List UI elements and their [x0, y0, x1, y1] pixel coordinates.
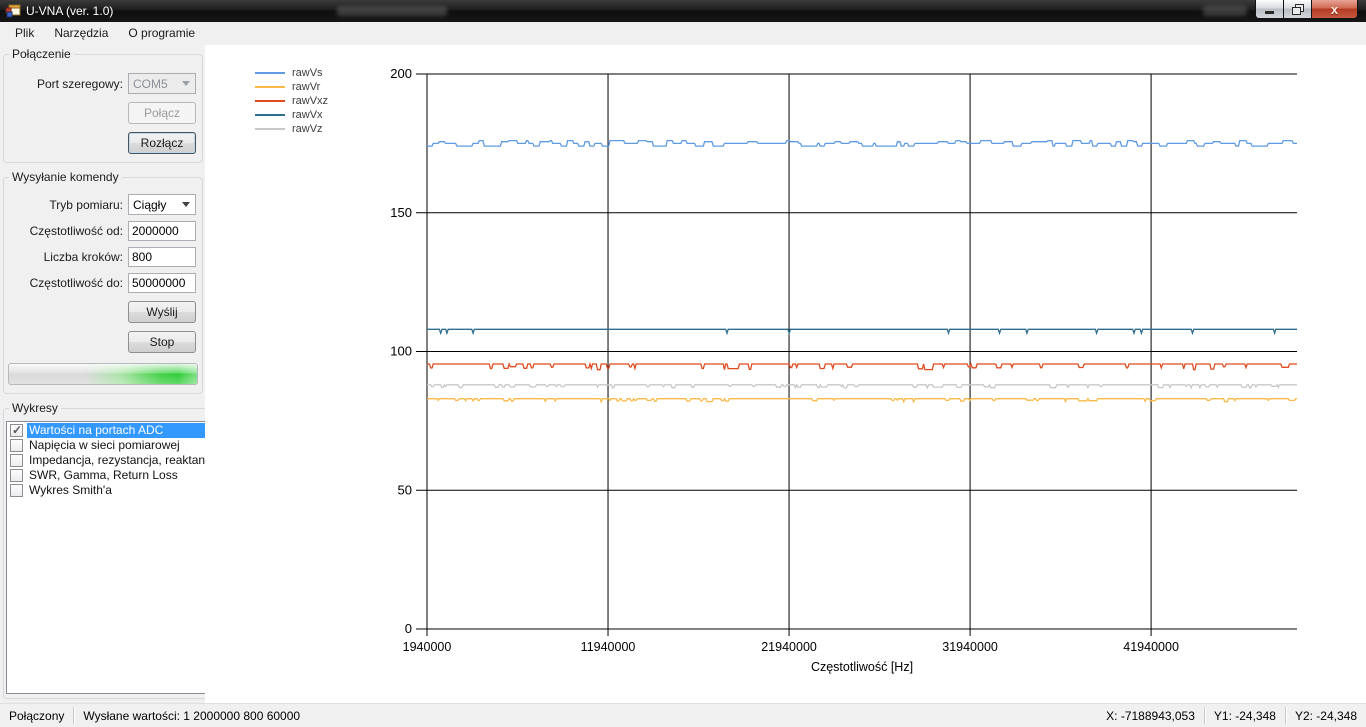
x-tick-label: 31940000 — [942, 640, 998, 654]
send-button[interactable]: Wyślij — [128, 301, 196, 323]
checkbox-icon[interactable] — [10, 439, 23, 452]
chart-legend: rawVs rawVr rawVxz rawVx rawVz — [255, 66, 328, 136]
y-tick-label: 0 — [405, 621, 412, 636]
x-axis-title: Częstotliwość [Hz] — [811, 660, 913, 674]
groupbox-command: Wysyłanie komendy Tryb pomiaru: Ciągły C… — [3, 170, 203, 394]
close-button[interactable]: x — [1311, 0, 1358, 19]
legend-label: rawVx — [292, 109, 323, 121]
x-tick-label: 11940000 — [581, 640, 636, 654]
app-icon — [5, 3, 21, 19]
serial-port-select[interactable]: COM5 — [128, 73, 196, 94]
legend-item-rawVxz: rawVxz — [255, 94, 328, 108]
status-sent-values: Wysłane wartości: 1 2000000 800 60000 — [83, 708, 301, 723]
status-y2-readout: Y2: -24,348 — [1294, 708, 1357, 723]
title-bar: U-VNA (ver. 1.0) x — [0, 0, 1366, 22]
serial-port-label: Port szeregowy: — [36, 76, 123, 91]
freq-from-label: Częstotliwość od: — [29, 224, 123, 238]
measure-mode-select[interactable]: Ciągły — [128, 194, 196, 215]
app-window: U-VNA (ver. 1.0) x Plik Narzędzia O prog… — [0, 0, 1366, 727]
series-rawVr — [427, 397, 1297, 404]
series-rawVz — [427, 383, 1297, 390]
legend-swatch — [255, 86, 285, 88]
freq-to-input[interactable] — [128, 273, 196, 293]
y-tick-label: 50 — [398, 482, 412, 497]
chevron-down-icon — [182, 202, 190, 207]
legend-swatch — [255, 100, 285, 102]
legend-swatch — [255, 128, 285, 130]
checkbox-icon[interactable] — [10, 469, 23, 482]
window-controls: x — [1255, 0, 1358, 19]
disconnect-button[interactable]: Rozłącz — [128, 132, 196, 154]
legend-label: rawVs — [292, 67, 323, 79]
list-item-network-voltages[interactable]: Napięcia w sieci pomiarowej — [7, 438, 220, 453]
status-bar: Połączony Wysłane wartości: 1 2000000 80… — [0, 703, 1366, 727]
y-tick-label: 150 — [390, 205, 412, 220]
series-rawVs — [427, 139, 1297, 147]
list-item-swr[interactable]: SWR, Gamma, Return Loss — [7, 468, 220, 483]
series-rawVxz — [427, 361, 1297, 371]
checkbox-icon[interactable] — [10, 484, 23, 497]
menu-o-programie[interactable]: O programie — [118, 22, 205, 45]
status-y1-readout: Y1: -24,348 — [1213, 708, 1276, 723]
adc-values-chart[interactable]: 0 50 100 150 200 1940000 11940000 21940000 31940… — [205, 45, 1366, 703]
list-item-label: Impedancja, rezystancja, reaktancja — [29, 453, 221, 467]
groupbox-charts-title: Wykresy — [12, 401, 58, 415]
y-tick-label: 100 — [390, 344, 412, 359]
progress-bar — [8, 363, 198, 385]
status-x-readout: X: -7188943,053 — [1106, 708, 1195, 723]
window-title: U-VNA (ver. 1.0) — [26, 4, 114, 18]
status-connection: Połączony — [9, 708, 65, 723]
list-item-adc-values[interactable]: Wartości na portach ADC — [7, 423, 221, 438]
list-item-label: Wartości na portach ADC — [27, 423, 221, 438]
list-item-label: Napięcia w sieci pomiarowej — [29, 438, 180, 452]
legend-item-rawVz: rawVz — [255, 122, 328, 136]
freq-from-input[interactable] — [128, 221, 196, 241]
measure-mode-label: Tryb pomiaru: — [49, 197, 123, 212]
minimize-icon — [1265, 10, 1274, 14]
sidebar: Połączenie Port szeregowy: COM5 Połącz R… — [0, 45, 225, 703]
groupbox-connection-title: Połączenie — [12, 47, 71, 61]
legend-item-rawVx: rawVx — [255, 108, 328, 122]
charts-checked-list: Wartości na portach ADC Napięcia w sieci… — [6, 421, 222, 694]
legend-swatch — [255, 114, 285, 116]
groupbox-command-title: Wysyłanie komendy — [12, 170, 119, 184]
chevron-down-icon — [182, 81, 190, 86]
restore-icon — [1292, 4, 1304, 15]
steps-input[interactable] — [128, 247, 196, 267]
menu-plik[interactable]: Plik — [5, 22, 44, 45]
legend-item-rawVr: rawVr — [255, 80, 328, 94]
chart-area[interactable]: 0 50 100 150 200 1940000 11940000 21940000 31940… — [205, 45, 1366, 703]
groupbox-charts: Wykresy Wartości na portach ADC Napięcia… — [3, 401, 225, 699]
checkbox-checked-icon[interactable] — [10, 423, 23, 437]
measure-mode-value: Ciągły — [133, 197, 167, 212]
freq-to-label: Częstotliwość do: — [29, 276, 123, 290]
x-tick-label: 21940000 — [761, 640, 817, 654]
connect-button[interactable]: Połącz — [128, 102, 196, 124]
blurred-text-smudge — [337, 6, 447, 16]
serial-port-value: COM5 — [133, 76, 168, 91]
steps-label: Liczba kroków: — [43, 250, 123, 264]
minimize-button[interactable] — [1255, 0, 1284, 19]
legend-label: rawVz — [292, 123, 323, 135]
legend-swatch — [255, 72, 285, 74]
stop-button[interactable]: Stop — [128, 331, 196, 353]
x-tick-label: 41940000 — [1123, 640, 1179, 654]
close-icon: x — [1330, 1, 1339, 17]
menu-narzedzia[interactable]: Narzędzia — [44, 22, 118, 45]
menu-bar: Plik Narzędzia O programie — [0, 22, 1366, 45]
list-item-label: SWR, Gamma, Return Loss — [29, 468, 178, 482]
legend-item-rawVs: rawVs — [255, 66, 328, 80]
blurred-text-smudge — [1203, 5, 1247, 16]
series-rawVx — [427, 328, 1297, 336]
y-tick-label: 200 — [390, 66, 412, 81]
groupbox-connection: Połączenie Port szeregowy: COM5 Połącz R… — [3, 47, 203, 163]
legend-label: rawVr — [292, 81, 321, 93]
x-tick-label: 1940000 — [403, 640, 452, 654]
list-item-impedance[interactable]: Impedancja, rezystancja, reaktancja — [7, 453, 220, 468]
checkbox-icon[interactable] — [10, 454, 23, 467]
list-item-smith[interactable]: Wykres Smith'a — [7, 483, 220, 498]
legend-label: rawVxz — [292, 95, 329, 107]
restore-button[interactable] — [1284, 0, 1311, 19]
list-item-label: Wykres Smith'a — [29, 483, 112, 497]
